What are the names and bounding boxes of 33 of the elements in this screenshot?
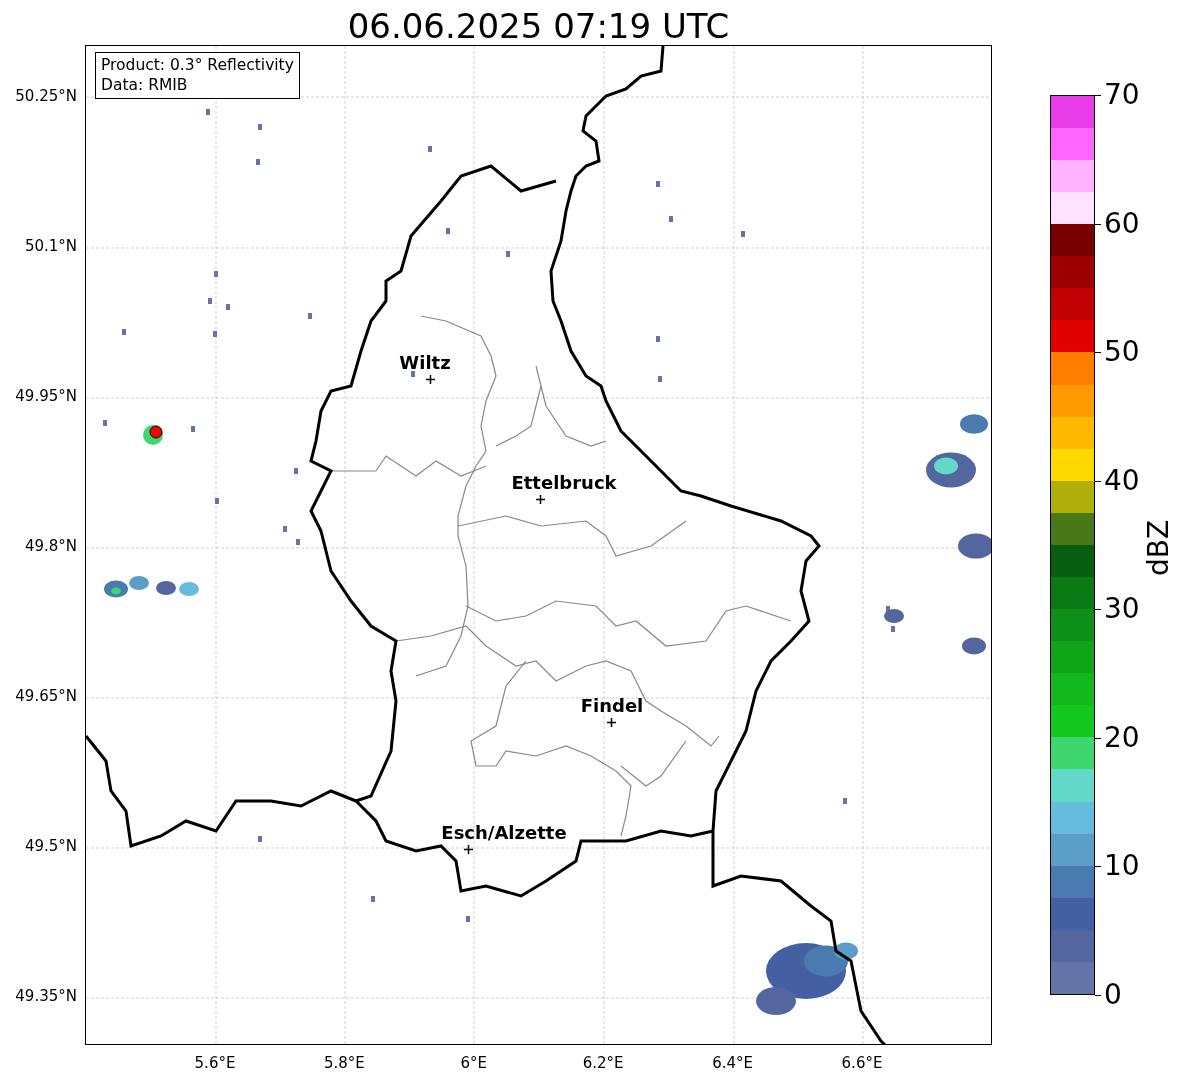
scale-label: 20 [1104,723,1140,752]
plus-icon [426,375,435,384]
scale-label: 30 [1104,595,1140,624]
longitude-label: 6.2°E [582,1054,624,1072]
latitude-label: 49.8°N [24,537,77,555]
scale-label: 70 [1104,81,1140,109]
latitude-label: 50.25°N [15,87,77,105]
longitude-label: 5.8°E [323,1054,365,1072]
latitude-label: 49.95°N [15,387,77,405]
city-label: Findel [580,695,644,716]
chart-title: 06.06.2025 07:19 UTC [347,7,730,45]
latitude-label: 49.65°N [15,687,77,705]
scale-label: 50 [1104,338,1140,367]
longitude-label: 6°E [460,1054,488,1072]
legend-text: Product: 0.3° Reflectivity [101,55,294,75]
plus-icon [536,495,545,504]
city-label: Ettelbruck [511,472,617,493]
city-label: Wiltz [399,352,451,373]
scale-label: 10 [1104,852,1140,881]
city-label: Esch/Alzette [441,822,567,843]
scale-label: 60 [1104,209,1140,238]
scale-label: 40 [1104,466,1140,495]
latitude-label: 49.5°N [24,837,77,855]
unit-label: dBZ [1141,519,1175,577]
latitude-label: 50.1°N [24,237,77,255]
longitude-label: 6.4°E [712,1054,753,1072]
plus-icon [464,845,473,854]
longitude-label: 5.6°E [194,1054,236,1072]
legend-text: Data: RMIB [101,75,189,95]
longitude-label: 6.6°E [841,1054,883,1072]
plus-icon [607,718,616,727]
scale-label: 0 [1104,981,1122,1009]
latitude-label: 49.35°N [15,987,77,1005]
